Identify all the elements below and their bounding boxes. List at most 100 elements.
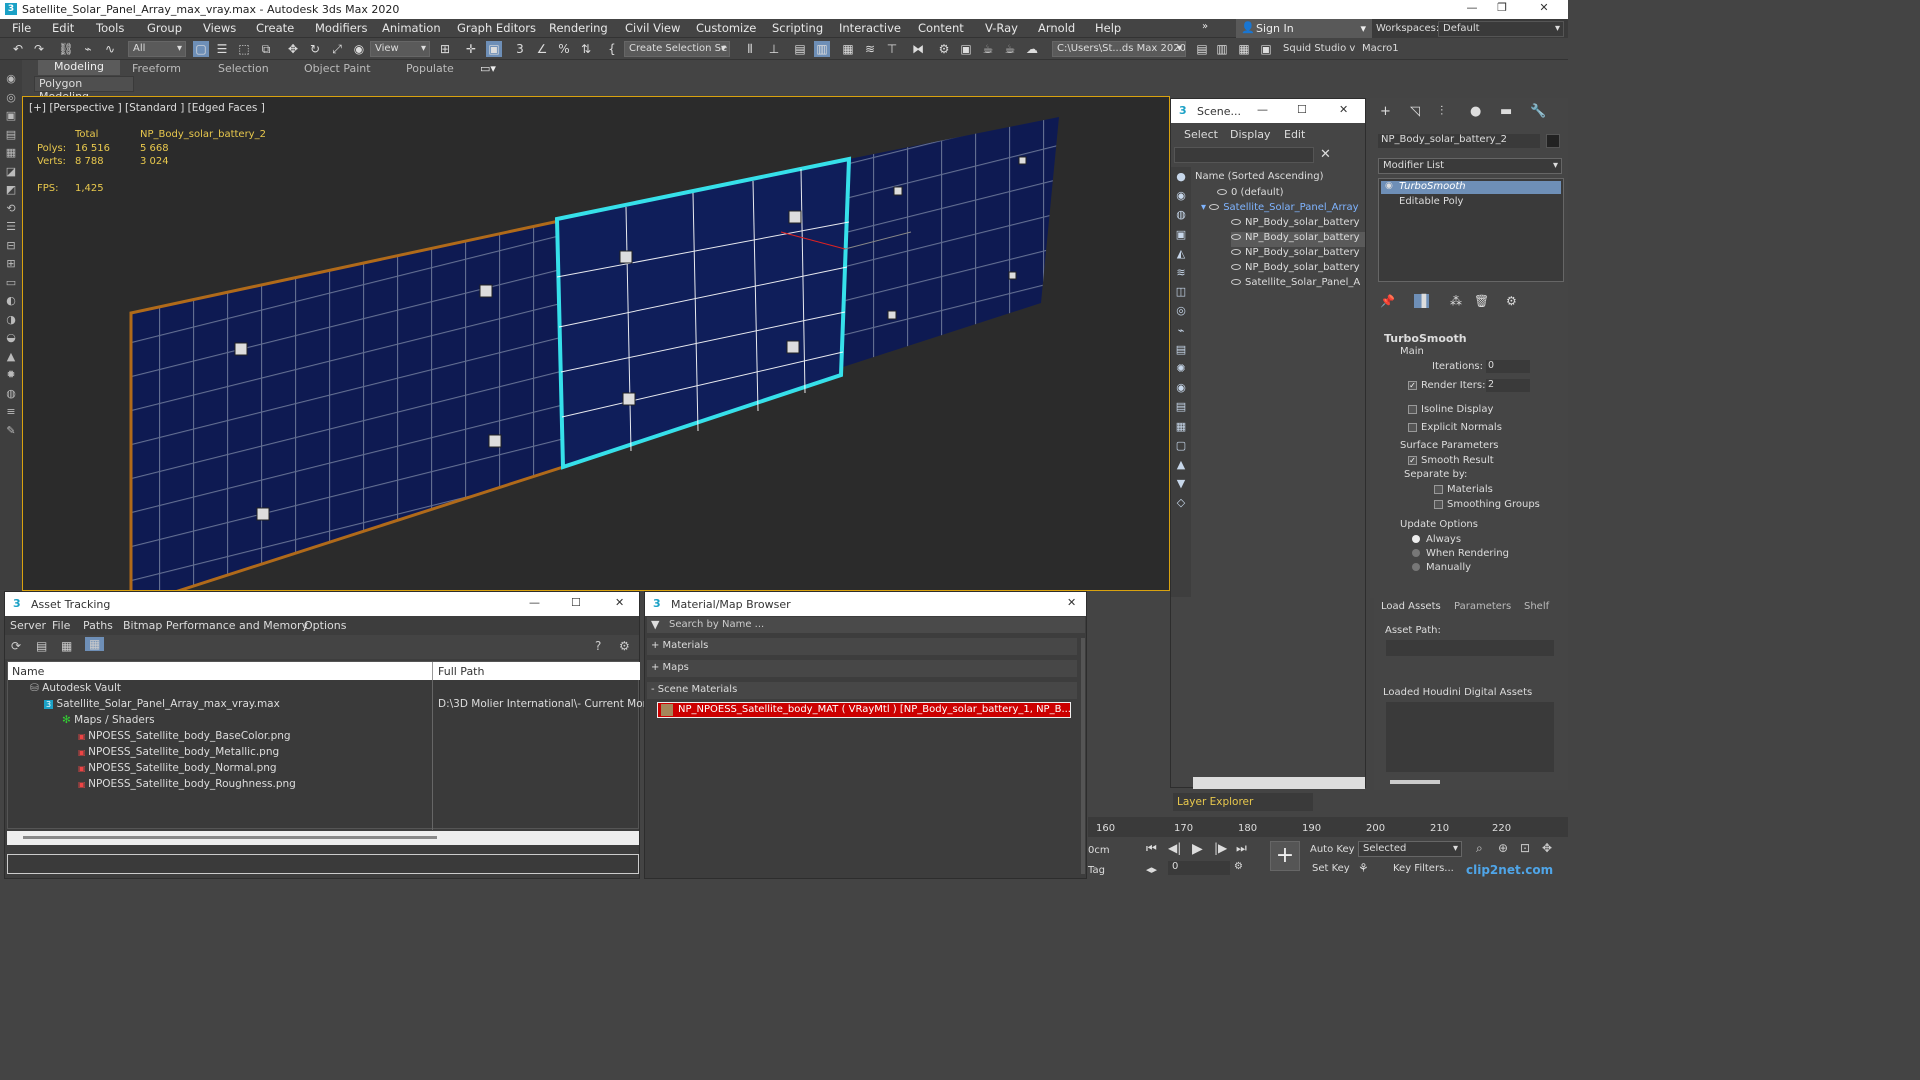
key-mode-icon[interactable]: ◂▸ <box>1146 863 1157 876</box>
reference-coord-dropdown[interactable]: View <box>370 41 430 57</box>
isoline-display-checkbox[interactable]: Isoline Display <box>1408 404 1493 415</box>
minimize-button[interactable]: — <box>529 596 540 609</box>
make-unique-icon[interactable]: ⁂ <box>1450 294 1462 308</box>
settings-icon[interactable]: ⚙ <box>619 639 630 653</box>
close-button[interactable]: ✕ <box>1067 596 1076 609</box>
viewport-layout-icons[interactable]: ◉ ◎ ▣ ▤ ▦ ◪ ◩ ⟲ ☰ ⊟ ⊞ ▭ ◐ ◑ ◒ ▲ ✹ ◍ ≡ ✎ <box>3 70 19 440</box>
mirror-icon[interactable]: ⫴ <box>742 41 758 57</box>
go-to-start-icon[interactable]: ⏮ <box>1146 841 1157 856</box>
create-tab-icon[interactable]: + <box>1380 104 1391 119</box>
column-full-path[interactable]: Full Path <box>438 665 484 678</box>
menu-help[interactable]: Help <box>1095 21 1121 35</box>
named-selection-dropdown[interactable]: Create Selection Se <box>624 41 730 57</box>
scene-row[interactable]: 0 (default) <box>1217 187 1284 202</box>
tab-populate[interactable]: Populate <box>406 62 454 75</box>
workspace-dropdown[interactable]: Default <box>1438 21 1564 37</box>
menu-file[interactable]: File <box>12 21 31 35</box>
scene-column-header[interactable]: Name (Sorted Ascending) <box>1195 171 1324 182</box>
select-manipulate-icon[interactable]: ✛ <box>463 41 479 57</box>
snaps-toggle-icon[interactable]: 3 <box>512 41 528 57</box>
ribbon-options-icon[interactable]: ▭▾ <box>480 62 496 75</box>
go-to-end-icon[interactable]: ⏭ <box>1236 841 1247 856</box>
stack-item-turbosmooth[interactable]: TurboSmooth <box>1381 181 1561 194</box>
smooth-result-checkbox[interactable]: ✓ Smooth Result <box>1408 455 1494 466</box>
menu-content[interactable]: Content <box>918 21 964 35</box>
configure-sets-icon[interactable]: ⚙ <box>1506 294 1517 308</box>
asset-row[interactable]: ▣ NPOESS_Satellite_body_Roughness.png <box>78 778 296 794</box>
window-crossing-icon[interactable]: ⧉ <box>258 41 274 57</box>
menu-bitmap-performance[interactable]: Bitmap Performance and Memory <box>123 619 308 632</box>
macro-label[interactable]: Macro1 <box>1362 43 1399 54</box>
when-rendering-radio[interactable]: When Rendering <box>1412 548 1509 559</box>
render-production-icon[interactable]: ☕ <box>980 41 996 57</box>
project-folder-icon[interactable]: ▤ <box>1194 41 1210 57</box>
asset-path-input[interactable] <box>1386 640 1554 656</box>
angle-snap-icon[interactable]: ∠ <box>534 41 550 57</box>
hierarchy-tab-icon[interactable]: ⫶ <box>1440 104 1443 119</box>
material-search-bar[interactable]: ▼ Search by Name ... <box>647 617 1085 633</box>
play-icon[interactable]: ▶ <box>1192 841 1203 857</box>
menu-group[interactable]: Group <box>147 21 182 35</box>
tab-modeling[interactable]: Modeling <box>38 60 120 75</box>
object-color-swatch[interactable] <box>1546 134 1560 148</box>
key-filters-button[interactable]: Key Filters... <box>1393 863 1454 874</box>
group-materials[interactable]: + Materials <box>647 638 1077 655</box>
show-end-result-icon[interactable]: ▐ <box>1414 294 1430 308</box>
menu-tools[interactable]: Tools <box>96 21 124 35</box>
unlink-icon[interactable]: ⌁ <box>80 41 96 57</box>
asset-row[interactable]: ✻ Maps / Shaders <box>62 714 155 730</box>
menu-graph-editors[interactable]: Graph Editors <box>457 21 536 35</box>
key-selection-dropdown[interactable]: Selected <box>1358 841 1462 857</box>
maximize-button[interactable]: ☐ <box>571 596 581 609</box>
motion-tab-icon[interactable]: ● <box>1470 104 1481 119</box>
loaded-assets-list[interactable] <box>1386 702 1554 772</box>
zoom-all-icon[interactable]: ⊕ <box>1498 841 1508 855</box>
asset-path-field[interactable] <box>7 854 639 874</box>
set-key-button[interactable]: Set Key <box>1312 863 1350 874</box>
tree-view-icon[interactable]: ▦ <box>61 639 72 653</box>
viewport-label[interactable]: [+] [Perspective ] [Standard ] [Edged Fa… <box>29 102 265 114</box>
command-panel-tabs[interactable]: + ◹ ⫶ ● ▬ 🔧 <box>1370 104 1568 126</box>
menu-create[interactable]: Create <box>256 21 294 35</box>
pin-stack-icon[interactable]: 📌 <box>1380 294 1395 308</box>
menu-scripting[interactable]: Scripting <box>772 21 823 35</box>
bind-spacewarp-icon[interactable]: ∿ <box>102 41 118 57</box>
always-radio[interactable]: Always <box>1412 534 1461 545</box>
modify-tab-icon[interactable]: ◹ <box>1410 104 1420 119</box>
menu-interactive[interactable]: Interactive <box>839 21 901 35</box>
minimize-button[interactable]: — <box>1458 1 1486 17</box>
link-icon[interactable]: ⛓ <box>58 41 74 57</box>
move-icon[interactable]: ✥ <box>285 41 301 57</box>
scene-row[interactable]: NP_Body_solar_battery <box>1231 247 1360 262</box>
utilities-tab-icon[interactable]: 🔧 <box>1530 104 1546 119</box>
menu-animation[interactable]: Animation <box>382 21 441 35</box>
menu-views[interactable]: Views <box>203 21 236 35</box>
render-setup-icon[interactable]: ⚙ <box>936 41 952 57</box>
zoom-icon[interactable]: ⌕ <box>1476 841 1483 856</box>
column-name[interactable]: Name <box>12 665 44 678</box>
selection-filter-dropdown[interactable]: All <box>128 41 186 57</box>
turbosmooth-rollout[interactable]: TurboSmooth <box>1384 332 1467 345</box>
next-frame-icon[interactable]: |▶ <box>1214 841 1227 855</box>
scene-horizontal-scrollbar[interactable] <box>1193 777 1365 789</box>
group-scene-materials[interactable]: - Scene Materials <box>647 682 1077 699</box>
perspective-viewport[interactable]: [+] [Perspective ] [Standard ] [Edged Fa… <box>22 96 1170 591</box>
scene-material-item[interactable]: NP_NPOESS_Satellite_body_MAT ( VRayMtl )… <box>657 702 1071 718</box>
close-button[interactable]: ✕ <box>1339 103 1348 116</box>
menu-customize[interactable]: Customize <box>696 21 756 35</box>
pivot-icon[interactable]: ⊞ <box>437 41 453 57</box>
asset-horizontal-scrollbar[interactable] <box>7 831 639 845</box>
scene-menu-select[interactable]: Select <box>1184 128 1218 141</box>
undo-icon[interactable]: ↶ <box>10 41 26 57</box>
tab-parameters[interactable]: Parameters <box>1454 601 1511 612</box>
keyboard-shortcut-toggle-icon[interactable]: ▣ <box>486 41 502 57</box>
set-key-big-button[interactable]: + <box>1270 841 1300 871</box>
scene-search-input[interactable] <box>1174 147 1314 163</box>
asset-row[interactable]: ▣ NPOESS_Satellite_body_Metallic.png <box>78 746 279 762</box>
tab-shelf[interactable]: Shelf <box>1524 601 1549 612</box>
open-project-icon[interactable]: ▥ <box>1214 41 1230 57</box>
asset-row[interactable]: ▣ NPOESS_Satellite_body_BaseColor.png <box>78 730 291 746</box>
menu-rendering[interactable]: Rendering <box>549 21 608 35</box>
save-project-icon[interactable]: ▦ <box>1236 41 1252 57</box>
table-view-icon[interactable]: ▦ <box>85 637 105 651</box>
